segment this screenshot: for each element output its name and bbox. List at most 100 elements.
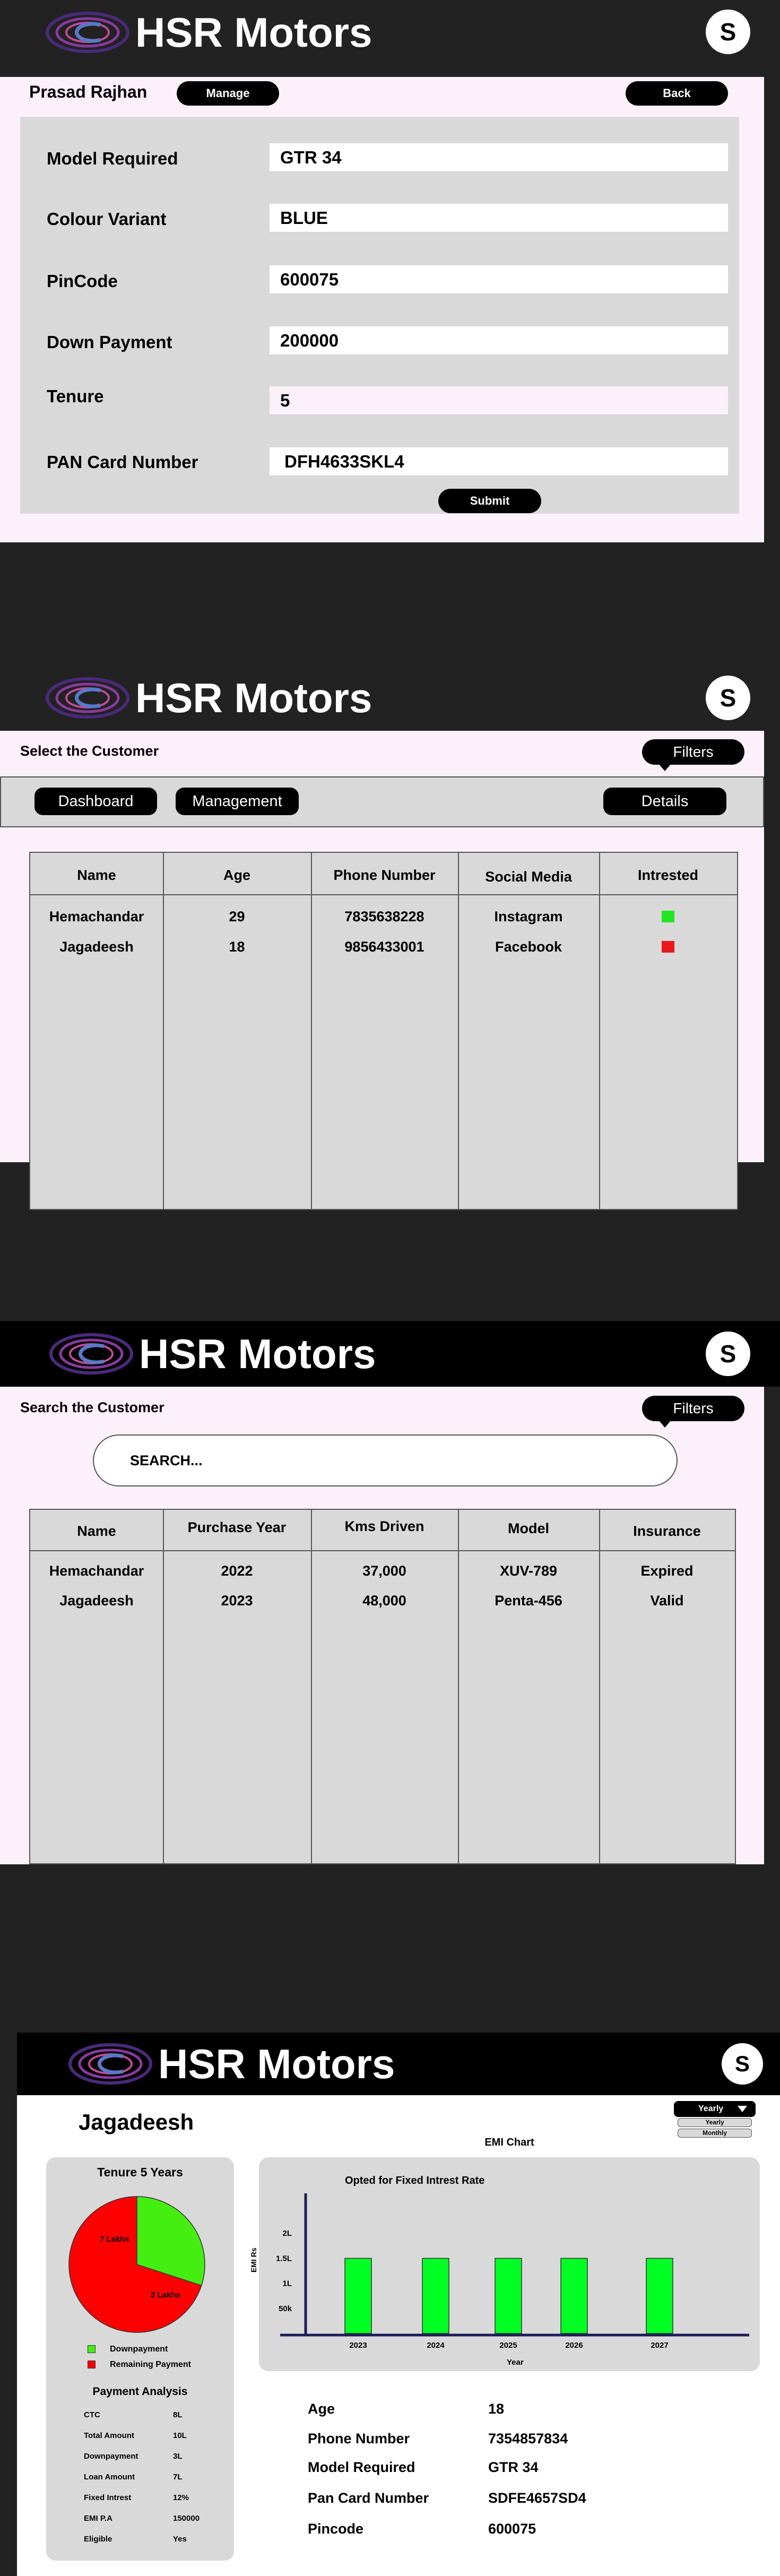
cell-name[interactable]: Jagadeesh bbox=[30, 1593, 163, 1609]
colour-input[interactable]: BLUE bbox=[270, 204, 728, 232]
y-tick-label: 2L bbox=[282, 2229, 292, 2238]
header-divider bbox=[30, 1550, 735, 1551]
payment-row-value: Yes bbox=[173, 2535, 187, 2544]
y-tick-label: 1.5L bbox=[276, 2254, 292, 2263]
bar bbox=[560, 2258, 588, 2334]
details-button[interactable]: Details bbox=[603, 788, 726, 815]
field-label-pincode: PinCode bbox=[47, 271, 118, 291]
dashboard-button[interactable]: Dashboard bbox=[34, 788, 157, 815]
header-2: HSR Motors S bbox=[0, 665, 780, 731]
info-label: Phone Number bbox=[308, 2431, 410, 2447]
brand[interactable]: HSR Motors bbox=[49, 1330, 376, 1378]
pincode-input[interactable]: 600075 bbox=[270, 265, 728, 294]
payment-row-label: Fixed Intrest bbox=[84, 2493, 132, 2502]
column-header-social: Social Media bbox=[485, 869, 572, 885]
brand[interactable]: HSR Motors bbox=[45, 674, 372, 722]
brand[interactable]: HSR Motors bbox=[68, 2040, 395, 2088]
management-button[interactable]: Management bbox=[176, 788, 299, 815]
user-avatar[interactable]: S bbox=[706, 676, 750, 720]
legend-label-downpayment: Downpayment bbox=[110, 2345, 168, 2354]
customer-name: Prasad Rajhan bbox=[29, 82, 148, 101]
legend-label-remaining: Remaining Payment bbox=[110, 2360, 191, 2369]
interested-indicator bbox=[662, 911, 674, 922]
user-avatar[interactable]: S bbox=[706, 10, 750, 54]
payment-row-label: Eligible bbox=[84, 2535, 112, 2544]
bar bbox=[646, 2258, 673, 2334]
cell-model: XUV-789 bbox=[499, 1563, 558, 1579]
legend-swatch bbox=[88, 2345, 96, 2353]
info-label: Pan Card Number bbox=[308, 2490, 429, 2506]
field-label-colour: Colour Variant bbox=[47, 209, 167, 229]
chart-x-axis-label: Year bbox=[507, 2358, 524, 2367]
legend-swatch bbox=[88, 2361, 96, 2368]
header-divider bbox=[30, 894, 737, 895]
cell-social: Facebook bbox=[495, 939, 562, 955]
bar bbox=[495, 2258, 522, 2334]
cell-phone: 9856433001 bbox=[344, 939, 424, 955]
column-divider bbox=[599, 853, 600, 1209]
cell-kms: 37,000 bbox=[362, 1563, 406, 1579]
payment-row-label: Downpayment bbox=[84, 2452, 138, 2461]
pie-label-downpayment: 3 Lakhs bbox=[151, 2290, 180, 2300]
filters-pointer-icon bbox=[658, 1420, 671, 1428]
logo-icon bbox=[46, 12, 129, 53]
chart-title: EMI Chart bbox=[484, 2137, 534, 2148]
user-avatar[interactable]: S bbox=[706, 1332, 750, 1376]
x-tick-label: 2027 bbox=[651, 2341, 668, 2350]
filters-button[interactable]: Filters bbox=[642, 1396, 744, 1421]
field-label-model: Model Required bbox=[47, 149, 178, 168]
filters-button[interactable]: Filters bbox=[642, 739, 744, 765]
cell-insurance: Expired bbox=[640, 1563, 694, 1579]
header-4: HSR Motors S bbox=[17, 2033, 780, 2095]
search-customer-title: Search the Customer bbox=[20, 1399, 164, 1415]
cell-kms: 48,000 bbox=[362, 1593, 406, 1609]
column-header-kms: Kms Driven bbox=[344, 1518, 424, 1534]
payment-row-label: Total Amount bbox=[84, 2431, 134, 2440]
cell-phone: 7835638228 bbox=[344, 909, 424, 924]
manage-button[interactable]: Manage bbox=[177, 81, 279, 106]
payment-row-label: EMI P.A bbox=[84, 2514, 112, 2523]
back-button[interactable]: Back bbox=[626, 81, 728, 106]
brand-name: HSR Motors bbox=[135, 8, 372, 56]
cell-social: Instagram bbox=[494, 909, 563, 924]
interested-indicator bbox=[662, 941, 674, 953]
details-customer-name: Jagadeesh bbox=[79, 2110, 194, 2134]
cell-name[interactable]: Hemachandar bbox=[30, 909, 163, 925]
column-divider bbox=[458, 853, 459, 1209]
x-tick-label: 2026 bbox=[565, 2341, 583, 2350]
filters-pointer-icon bbox=[658, 764, 671, 771]
model-input[interactable]: GTR 34 bbox=[270, 143, 728, 172]
period-select[interactable]: Yearly bbox=[674, 2101, 756, 2117]
pan-input[interactable]: DFH4633SKL4 bbox=[270, 447, 728, 476]
down-payment-input[interactable]: 200000 bbox=[270, 326, 728, 355]
brand-name: HSR Motors bbox=[135, 674, 372, 721]
logo-icon bbox=[49, 1333, 133, 1375]
chevron-down-icon bbox=[738, 2106, 747, 2112]
info-label: Pincode bbox=[308, 2521, 364, 2537]
payment-row-value: 150000 bbox=[173, 2514, 200, 2523]
submit-button[interactable]: Submit bbox=[438, 489, 541, 513]
period-option-yearly[interactable]: Yearly bbox=[678, 2118, 752, 2127]
search-input[interactable]: SEARCH... bbox=[93, 1434, 678, 1486]
payment-row-value: 8L bbox=[173, 2410, 183, 2419]
tenure-input[interactable]: 5 bbox=[270, 386, 728, 415]
payment-row-label: CTC bbox=[84, 2410, 100, 2419]
tenure-title: Tenure 5 Years bbox=[97, 2165, 183, 2179]
column-divider bbox=[163, 853, 164, 1209]
column-header-interested: Intrested bbox=[637, 867, 699, 883]
cell-name[interactable]: Jagadeesh bbox=[30, 939, 163, 955]
column-divider bbox=[311, 853, 312, 1209]
payment-row-value: 12% bbox=[173, 2493, 189, 2502]
payment-row-value: 10L bbox=[173, 2431, 187, 2440]
user-avatar[interactable]: S bbox=[722, 2043, 763, 2085]
info-label: Age bbox=[308, 2401, 335, 2417]
cell-name[interactable]: Hemachandar bbox=[30, 1563, 163, 1579]
brand[interactable]: HSR Motors bbox=[45, 8, 372, 57]
y-tick-label: 50k bbox=[279, 2304, 292, 2313]
column-header-name: Name bbox=[77, 867, 116, 883]
cell-year: 2022 bbox=[221, 1563, 253, 1579]
payment-pie-chart bbox=[68, 2196, 205, 2333]
brand-name: HSR Motors bbox=[158, 2040, 395, 2087]
info-value: SDFE4657SD4 bbox=[488, 2490, 586, 2506]
bar bbox=[422, 2258, 449, 2334]
